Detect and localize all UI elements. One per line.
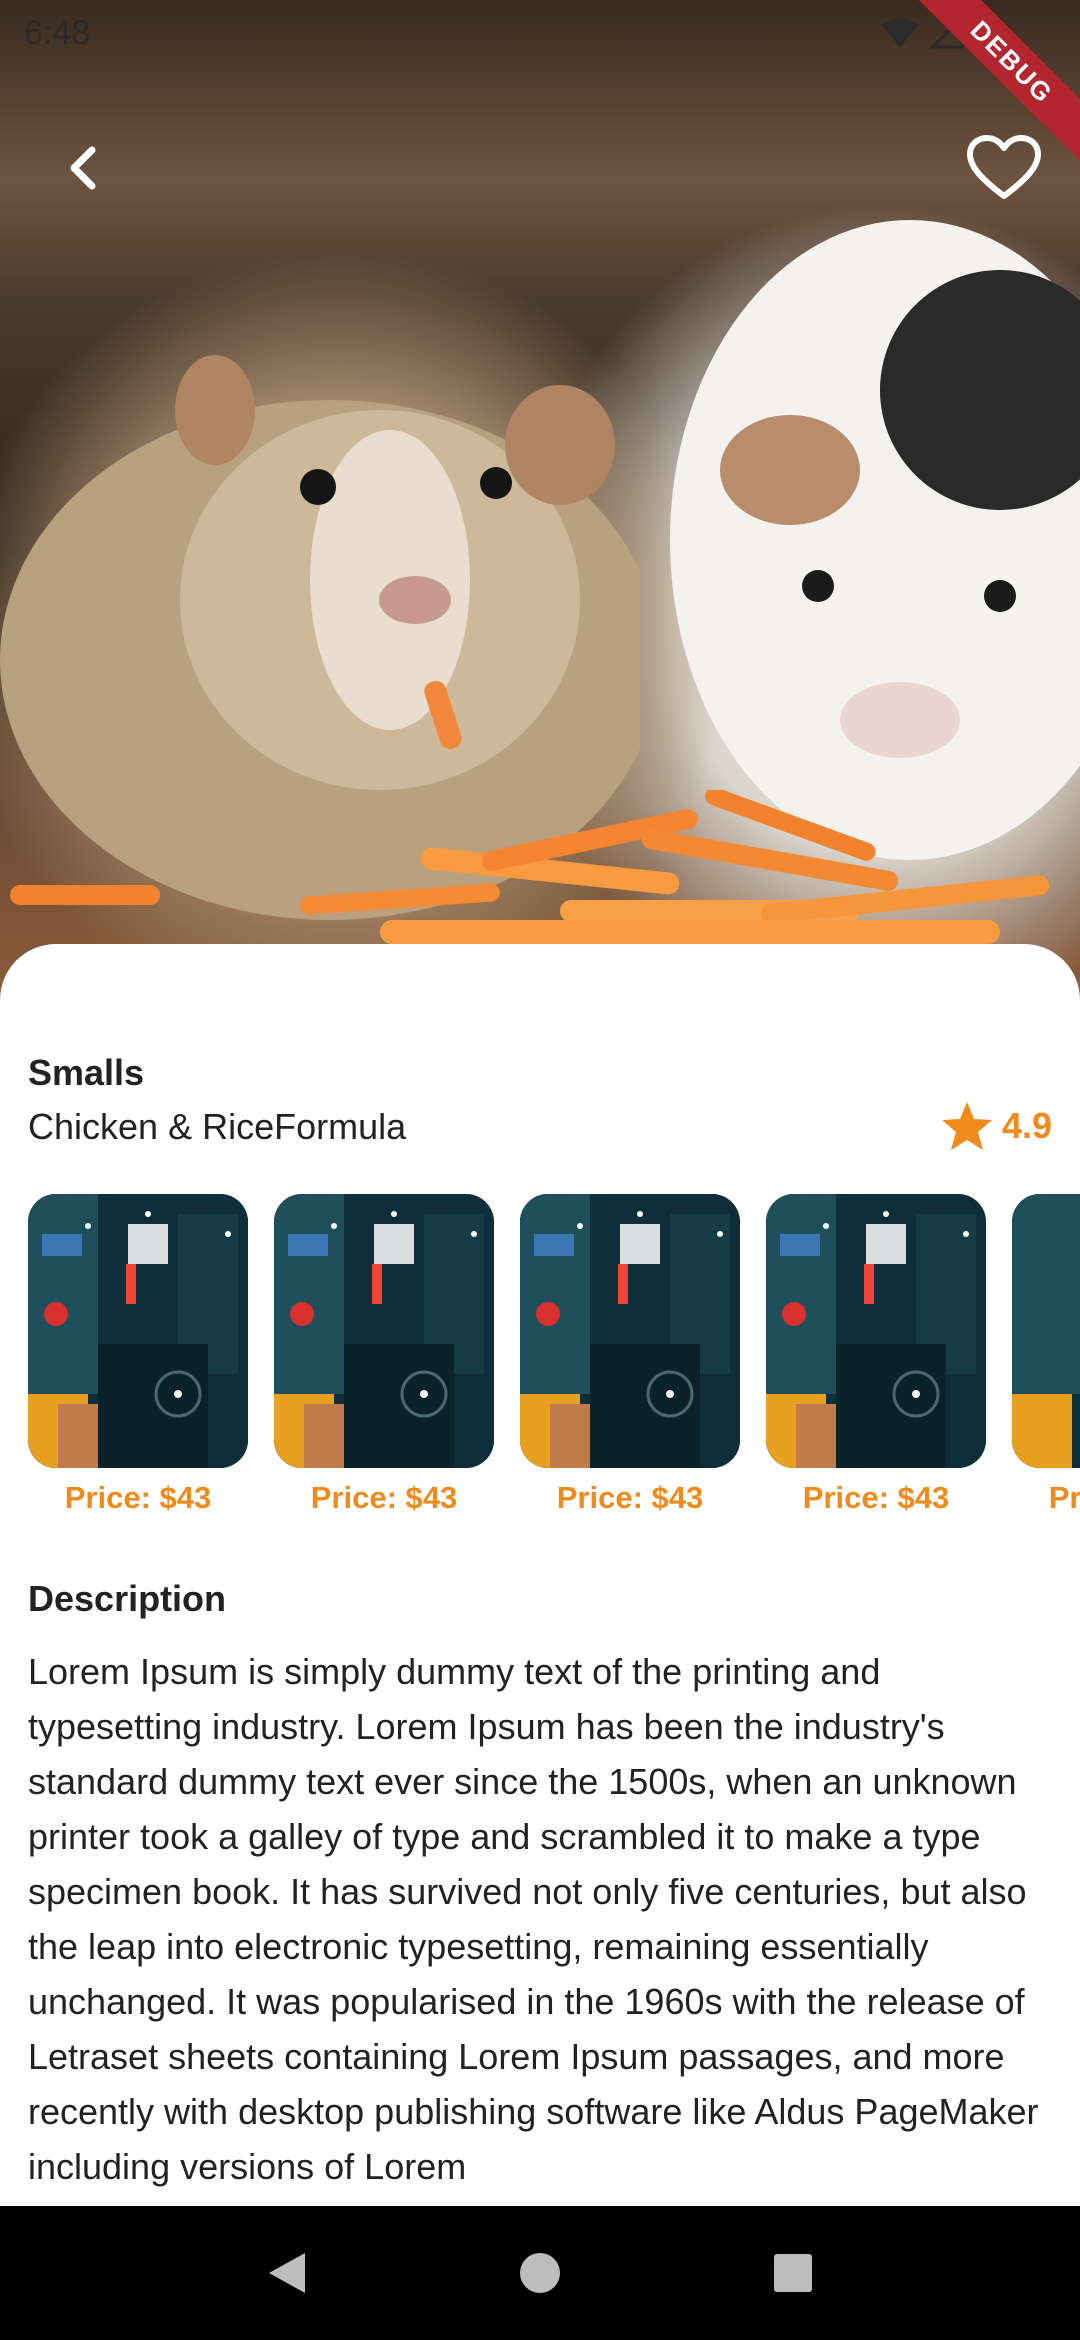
- hero-image: 6:48 DEBUG: [0, 0, 1080, 1000]
- heart-outline-icon: [967, 135, 1041, 199]
- thumbnail-card[interactable]: Price: $43: [1012, 1194, 1080, 1524]
- thumbnail-price: Price: $43: [556, 1480, 704, 1515]
- street-scene-image: [28, 1194, 248, 1468]
- status-time: 6:48: [24, 13, 91, 52]
- thumbnail-image: [766, 1194, 986, 1468]
- product-title-row: Smalls Chicken & RiceFormula 4.9: [28, 1052, 1052, 1172]
- street-scene-image: [274, 1194, 494, 1468]
- rating-value: 4.9: [1001, 1105, 1052, 1146]
- thumbnail-carousel[interactable]: Price: $43 Price: $43 Price: $43 Price: …: [28, 1194, 1080, 1524]
- thumbnail-image: [28, 1194, 248, 1468]
- triangle-back-icon: [268, 2253, 305, 2293]
- rating: 4.9: [940, 1100, 1052, 1152]
- description-body: Lorem Ipsum is simply dummy text of the …: [28, 1651, 1039, 2187]
- thumbnail-price: Price: $43: [802, 1480, 950, 1515]
- wifi-icon: [882, 18, 918, 47]
- thumbnail-price: Price: $43: [310, 1480, 458, 1515]
- circle-home-icon: [519, 2253, 560, 2293]
- nav-back-button[interactable]: [257, 2243, 317, 2303]
- description-title: Description: [28, 1578, 227, 1619]
- favorite-button[interactable]: [956, 120, 1052, 216]
- thumbnail-image: [274, 1194, 494, 1468]
- thumbnail-card[interactable]: Price: $43: [28, 1194, 248, 1524]
- product-detail-sheet: Smalls Chicken & RiceFormula 4.9 Price: …: [0, 944, 1080, 2204]
- status-bar: 6:48: [0, 0, 1080, 66]
- product-brand: Smalls: [28, 1052, 145, 1093]
- street-scene-image: [520, 1194, 740, 1468]
- nav-home-button[interactable]: [510, 2243, 570, 2303]
- guinea-pig-right: [670, 220, 1080, 860]
- square-recents-icon: [774, 2254, 813, 2292]
- thumbnail-card[interactable]: Price: $43: [766, 1194, 986, 1524]
- thumbnail-price: Price: $43: [1048, 1480, 1080, 1515]
- thumbnail-image: [1012, 1194, 1080, 1468]
- street-scene-image: [1012, 1194, 1080, 1468]
- nav-recents-button[interactable]: [763, 2243, 823, 2303]
- product-name: Chicken & RiceFormula: [28, 1106, 407, 1147]
- thumbnail-image: [520, 1194, 740, 1468]
- thumbnail-card[interactable]: Price: $43: [520, 1194, 740, 1524]
- thumbnail-card[interactable]: Price: $43: [274, 1194, 494, 1524]
- thumbnail-price: Price: $43: [64, 1480, 212, 1515]
- system-nav-bar: [0, 2206, 1080, 2340]
- star-icon: [941, 1102, 992, 1150]
- back-button[interactable]: [36, 120, 132, 216]
- carrot-pile: [10, 790, 1050, 944]
- street-scene-image: [766, 1194, 986, 1468]
- chevron-left-icon: [70, 146, 96, 190]
